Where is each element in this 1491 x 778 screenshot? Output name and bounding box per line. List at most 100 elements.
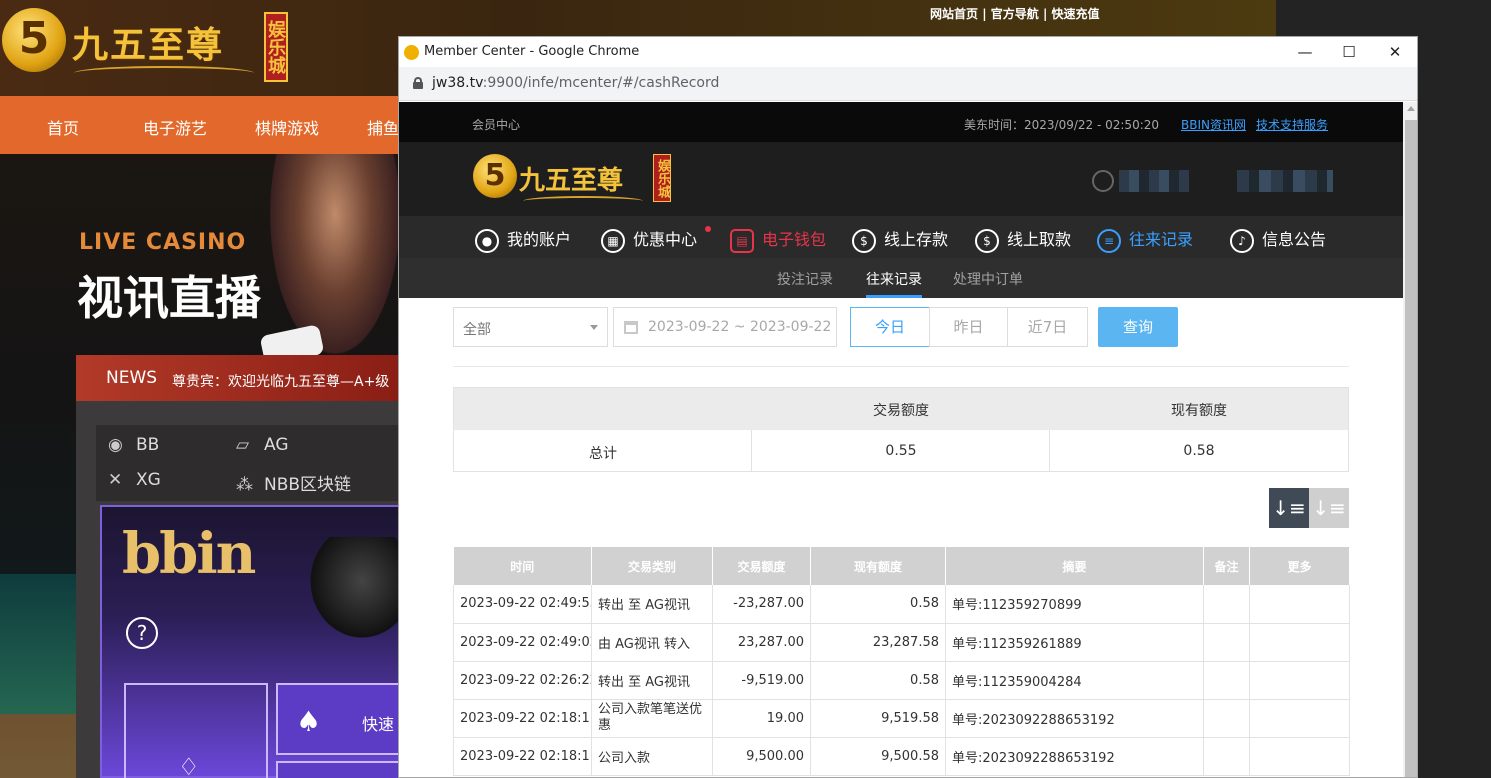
table-header-row: 时间 交易类别 交易额度 现有额度 摘要 备注 更多 xyxy=(453,547,1350,585)
transaction-type-value: 全部 xyxy=(463,322,491,338)
address-bar[interactable]: jw38.tv:9900/infe/mcenter/#/cashRecord xyxy=(399,67,1417,101)
tab-transaction-records[interactable]: 往来记录 xyxy=(866,269,922,289)
top-link-recharge[interactable]: 快速充值 xyxy=(1052,7,1100,21)
site-nav-fishing[interactable]: 捕鱼 xyxy=(367,115,399,139)
provider-panel: ◉ BB ▱ AG ✕ XG ⁂ NBB区块链 bbin ? ♢ ♠ 快速 xyxy=(76,401,402,778)
news-bar: NEWS 尊贵宾：欢迎光临九五至尊—A+级 xyxy=(76,355,400,401)
mc-topbar: 会员中心 美东时间：2023/09/22 - 02:50:20 BBIN资讯网 … xyxy=(399,102,1403,142)
col-summary: 摘要 xyxy=(945,547,1204,585)
table-row: 2023-09-22 02:49:53 转出 至 AG视讯 -23,287.00… xyxy=(453,585,1350,624)
nav-deposit[interactable]: $ 线上存款 xyxy=(852,226,949,253)
col-type: 交易类别 xyxy=(591,547,713,585)
quick-start-card[interactable]: ♠ 快速 xyxy=(276,683,402,755)
promo-icon: ▦ xyxy=(601,228,625,253)
site-logo[interactable]: 5 九五至尊 娱乐城 xyxy=(2,6,292,86)
cell-time: 2023-09-22 02:49:02 xyxy=(453,623,592,662)
url-text[interactable]: jw38.tv:9900/infe/mcenter/#/cashRecord xyxy=(432,75,719,91)
records-icon: ≡ xyxy=(1097,228,1121,253)
scroll-up-arrow-icon[interactable] xyxy=(1407,106,1415,111)
tab-bet-records[interactable]: 投注记录 xyxy=(777,269,833,289)
date-range-value: 2023-09-22 ~ 2023-09-22 xyxy=(648,319,832,335)
cell-summary: 单号:112359270899 xyxy=(945,585,1204,624)
promo-notification-dot xyxy=(705,226,711,232)
mc-logo-swirl xyxy=(523,196,643,206)
site-nav-slots[interactable]: 电子游艺 xyxy=(143,115,207,139)
cell-type: 公司入款 xyxy=(591,737,713,776)
mc-logo[interactable]: 5 九五至尊 娱乐城 xyxy=(473,154,673,206)
window-titlebar[interactable]: Member Center - Google Chrome — ☐ ✕ xyxy=(399,37,1417,67)
cell-more[interactable] xyxy=(1249,623,1350,662)
bbin-news-link[interactable]: BBIN资讯网 xyxy=(1181,116,1246,133)
site-nav-home[interactable]: 首页 xyxy=(47,115,79,139)
cell-more[interactable] xyxy=(1249,737,1350,776)
tab-pending-orders[interactable]: 处理中订单 xyxy=(953,269,1023,289)
provider-nbb[interactable]: ⁂ NBB区块链 xyxy=(236,470,351,495)
cell-note xyxy=(1203,623,1250,662)
nav-promotions[interactable]: ▦ 优惠中心 xyxy=(601,226,697,253)
tech-support-link[interactable]: 技术支持服务 xyxy=(1256,116,1328,133)
provider-ag[interactable]: ▱ AG xyxy=(236,435,289,455)
scrollbar-thumb[interactable] xyxy=(1405,120,1417,777)
transaction-table: 时间 交易类别 交易额度 现有额度 摘要 备注 更多 2023-09-22 02… xyxy=(453,547,1350,776)
last-7-days-button[interactable]: 近7日 xyxy=(1007,307,1088,347)
top-link-home[interactable]: 网站首页 xyxy=(930,7,978,21)
sort-asc-button[interactable]: ↓≡ xyxy=(1309,488,1349,528)
provider-bb[interactable]: ◉ BB xyxy=(108,435,159,455)
site-nav-cards[interactable]: 棋牌游戏 xyxy=(255,115,319,139)
cell-more[interactable] xyxy=(1249,699,1350,738)
eastern-time: 美东时间：2023/09/22 - 02:50:20 xyxy=(964,118,1160,132)
active-tab-indicator xyxy=(866,295,922,298)
provider-xg[interactable]: ✕ XG xyxy=(108,470,161,490)
date-range-input[interactable]: 2023-09-22 ~ 2023-09-22 xyxy=(613,307,837,347)
minimize-button[interactable]: — xyxy=(1292,41,1318,63)
window-title: Member Center - Google Chrome xyxy=(424,44,640,59)
summary-total-label: 总计 xyxy=(589,446,617,462)
col-balance: 现有额度 xyxy=(810,547,946,585)
nav-e-wallet[interactable]: ▤ 电子钱包 xyxy=(730,226,826,253)
help-icon[interactable]: ? xyxy=(126,617,158,649)
second-game-card[interactable] xyxy=(276,761,402,778)
cell-summary: 单号:112359004284 xyxy=(945,661,1204,700)
cell-more[interactable] xyxy=(1249,585,1350,624)
nav-records[interactable]: ≡ 往来记录 xyxy=(1097,226,1193,253)
nav-my-account[interactable]: ● 我的账户 xyxy=(475,226,571,253)
cell-time: 2023-09-22 02:26:22 xyxy=(453,661,592,700)
summary-total-balance: 0.58 xyxy=(1183,443,1215,459)
lock-icon[interactable] xyxy=(413,77,423,89)
logo-name: 九五至尊 xyxy=(72,24,225,66)
member-center-window: Member Center - Google Chrome — ☐ ✕ jw38… xyxy=(398,36,1418,778)
sort-desc-button[interactable]: ↓≡ xyxy=(1269,488,1309,528)
logo-mark: 5 xyxy=(2,8,66,72)
cell-more[interactable] xyxy=(1249,661,1350,700)
gem-icon: ♢ xyxy=(178,753,200,778)
close-button[interactable]: ✕ xyxy=(1382,41,1408,63)
search-button[interactable]: 查询 xyxy=(1098,307,1178,347)
nav-label: 线上存款 xyxy=(884,230,949,249)
table-row: 2023-09-22 02:26:22 转出 至 AG视讯 -9,519.00 … xyxy=(453,661,1350,700)
nav-withdraw[interactable]: $ 线上取款 xyxy=(975,226,1071,253)
withdraw-icon: $ xyxy=(975,228,999,253)
news-label: NEWS xyxy=(106,368,158,388)
logo-sub: 娱乐城 xyxy=(264,12,288,82)
transaction-type-select[interactable]: 全部 xyxy=(453,307,608,347)
page-scrollbar[interactable] xyxy=(1403,102,1417,777)
table-row: 2023-09-22 02:18:11 公司入款 9,500.00 9,500.… xyxy=(453,737,1350,776)
today-button[interactable]: 今日 xyxy=(850,307,930,347)
top-link-guide[interactable]: 官方导航 xyxy=(991,7,1039,21)
cards-icon: ♠ xyxy=(296,705,322,738)
summary-header-amount: 交易额度 xyxy=(873,403,929,419)
mc-header: 5 九五至尊 娱乐城 xyxy=(399,142,1403,216)
redacted-balance xyxy=(1237,170,1333,192)
news-ticker[interactable]: 尊贵宾：欢迎光临九五至尊—A+级 xyxy=(172,371,400,391)
maximize-button[interactable]: ☐ xyxy=(1336,41,1362,63)
page-content: 会员中心 美东时间：2023/09/22 - 02:50:20 BBIN资讯网 … xyxy=(399,102,1417,777)
notice-icon: ♪ xyxy=(1230,228,1254,253)
cell-balance: 0.58 xyxy=(810,585,946,624)
bbin-card[interactable]: bbin ? ♢ ♠ 快速 xyxy=(100,505,402,778)
nav-notices[interactable]: ♪ 信息公告 xyxy=(1230,226,1326,253)
cell-type: 转出 至 AG视讯 xyxy=(591,661,713,700)
ag-icon: ▱ xyxy=(236,435,250,455)
cell-summary: 单号:112359261889 xyxy=(945,623,1204,662)
yesterday-button[interactable]: 昨日 xyxy=(929,307,1008,347)
cell-note xyxy=(1203,737,1250,776)
